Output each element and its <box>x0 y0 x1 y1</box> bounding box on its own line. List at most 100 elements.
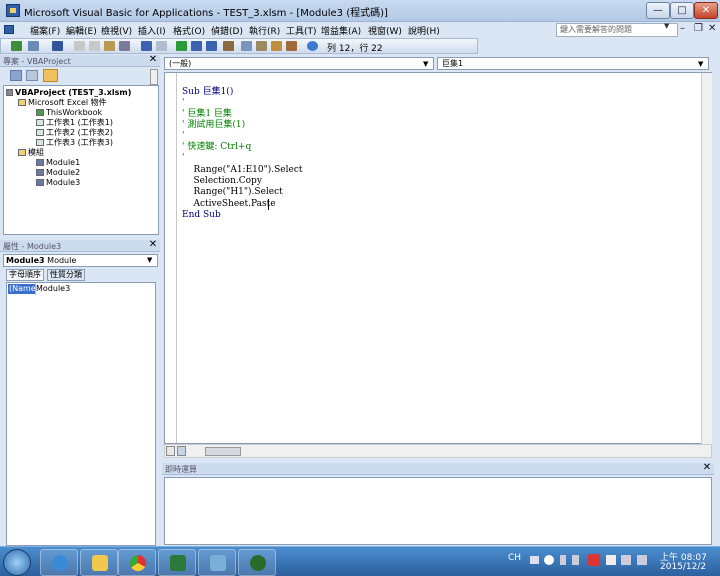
margin-indicator-bar[interactable] <box>165 73 177 443</box>
help-icon[interactable] <box>544 555 554 565</box>
collapse-icon[interactable] <box>6 89 13 96</box>
vertical-scrollbar[interactable] <box>701 73 712 445</box>
taskbar-chrome[interactable] <box>118 549 156 576</box>
mdi-minimize-button[interactable]: – <box>680 23 685 34</box>
menu-debug[interactable]: 偵錯(D) <box>211 24 243 37</box>
chevron-down-icon[interactable]: ▼ <box>698 59 703 70</box>
menu-addins[interactable]: 增益集(A) <box>321 24 361 37</box>
chevron-down-icon[interactable]: ▼ <box>147 255 152 266</box>
code-line[interactable]: End Sub <box>182 210 221 221</box>
tree-folder-excel-objects[interactable]: Microsoft Excel 物件 <box>18 98 107 108</box>
code-line[interactable]: ActiveSheet.Paste <box>182 199 275 210</box>
object-select[interactable]: (一般) ▼ <box>164 57 434 70</box>
tree-item-module3[interactable]: Module3 <box>36 178 80 188</box>
tree-root[interactable]: VBAProject (TEST_3.xlsm) <box>6 88 131 98</box>
menu-tools[interactable]: 工具(T) <box>286 24 317 37</box>
menu-window[interactable]: 視窗(W) <box>368 24 402 37</box>
reset-icon[interactable] <box>206 41 217 51</box>
code-line[interactable]: ' 測試用巨集(1) <box>182 120 245 131</box>
paste-icon[interactable] <box>104 41 115 51</box>
taskbar-explorer[interactable] <box>80 549 118 576</box>
taskbar-app[interactable] <box>238 549 276 576</box>
code-line[interactable]: Range("H1").Select <box>182 187 282 198</box>
taskbar-vba[interactable] <box>198 549 236 576</box>
network-icon[interactable] <box>621 555 631 565</box>
tree-item-module2[interactable]: Module2 <box>36 168 80 178</box>
menu-run[interactable]: 執行(R) <box>249 24 280 37</box>
tree-item-thisworkbook[interactable]: ThisWorkbook <box>36 108 102 118</box>
mdi-restore-button[interactable]: ❐ <box>694 23 703 34</box>
procedure-view-icon[interactable] <box>166 446 175 456</box>
menu-file[interactable]: 檔案(F) <box>30 24 60 37</box>
module-icon[interactable] <box>4 25 14 34</box>
tree-folder-modules[interactable]: 模組 <box>18 148 44 158</box>
code-line[interactable]: Sub 巨集1() <box>182 87 233 98</box>
property-value-cell[interactable]: Module3 <box>36 284 70 294</box>
antivirus-icon[interactable] <box>588 554 600 566</box>
chevron-down-icon[interactable]: ▼ <box>423 59 428 70</box>
tree-item-module1[interactable]: Module1 <box>36 158 80 168</box>
object-browser-icon[interactable] <box>271 41 282 51</box>
toggle-folders-icon[interactable] <box>43 69 58 82</box>
taskbar-excel[interactable] <box>158 549 196 576</box>
close-icon[interactable]: ✕ <box>148 55 158 66</box>
volume-icon[interactable] <box>637 555 647 565</box>
taskbar-ie[interactable] <box>40 549 78 576</box>
menu-format[interactable]: 格式(O) <box>173 24 205 37</box>
language-indicator[interactable]: CH <box>508 553 521 563</box>
help-icon[interactable] <box>307 41 318 51</box>
properties-object-select[interactable]: Module3 Module ▼ <box>3 254 158 267</box>
ime-icon[interactable] <box>572 555 579 565</box>
minimize-button[interactable]: — <box>646 2 670 19</box>
view-excel-icon[interactable] <box>11 41 22 51</box>
procedure-select[interactable]: 巨集1 ▼ <box>437 57 709 70</box>
code-line[interactable]: Selection.Copy <box>182 176 261 187</box>
menu-help[interactable]: 說明(H) <box>408 24 440 37</box>
break-icon[interactable] <box>191 41 202 51</box>
undo-icon[interactable] <box>141 41 152 51</box>
cut-icon[interactable] <box>74 41 85 51</box>
mdi-close-button[interactable]: ✕ <box>708 23 716 34</box>
run-icon[interactable] <box>176 41 187 51</box>
code-line[interactable]: ' 巨集1 巨集 <box>182 109 232 120</box>
keyboard-icon[interactable] <box>530 556 539 564</box>
toolbox-icon[interactable] <box>286 41 297 51</box>
find-icon[interactable] <box>119 41 130 51</box>
tab-categorized[interactable]: 性質分類 <box>47 269 85 281</box>
scrollbar-thumb[interactable] <box>205 447 241 456</box>
code-line[interactable]: ' 快速鍵: Ctrl+q <box>182 142 251 153</box>
copy-icon[interactable] <box>89 41 100 51</box>
code-line[interactable]: ' <box>182 153 184 164</box>
immediate-window[interactable] <box>164 477 712 545</box>
code-editor[interactable]: Sub 巨集1() ' ' 巨集1 巨集 ' 測試用巨集(1) ' ' 快速鍵:… <box>164 72 712 445</box>
clock-date[interactable]: 2015/12/2 <box>660 562 706 572</box>
tab-alphabetic[interactable]: 字母順序 <box>6 269 44 281</box>
save-icon[interactable] <box>52 41 63 51</box>
code-line[interactable]: ' <box>182 98 184 109</box>
redo-icon[interactable] <box>156 41 167 51</box>
close-button[interactable]: ✕ <box>694 2 718 19</box>
horizontal-scrollbar[interactable] <box>164 444 712 458</box>
tree-item-sheet2[interactable]: 工作表2 (工作表2) <box>36 128 113 138</box>
flag-icon[interactable] <box>606 555 616 565</box>
tree-item-sheet1[interactable]: 工作表1 (工作表1) <box>36 118 113 128</box>
vba-app-icon[interactable] <box>6 4 20 17</box>
start-button[interactable] <box>3 549 31 576</box>
scrollbar[interactable] <box>150 69 158 85</box>
menu-view[interactable]: 檢視(V) <box>101 24 132 37</box>
maximize-button[interactable]: □ <box>670 2 694 19</box>
menu-insert[interactable]: 插入(I) <box>138 24 166 37</box>
project-explorer-icon[interactable] <box>241 41 252 51</box>
full-module-view-icon[interactable] <box>177 446 186 456</box>
code-line[interactable]: Range("A1:E10").Select <box>182 165 302 176</box>
settings-icon[interactable] <box>560 555 566 565</box>
property-name-cell[interactable]: (Name) <box>8 284 39 294</box>
chevron-down-icon[interactable]: ▼ <box>664 22 669 30</box>
view-object-icon[interactable] <box>26 70 38 81</box>
tree-item-sheet3[interactable]: 工作表3 (工作表3) <box>36 138 113 148</box>
insert-module-icon[interactable] <box>28 41 39 51</box>
properties-window-icon[interactable] <box>256 41 267 51</box>
close-icon[interactable]: ✕ <box>702 463 712 474</box>
code-line[interactable]: ' <box>182 131 184 142</box>
menu-edit[interactable]: 編輯(E) <box>66 24 97 37</box>
